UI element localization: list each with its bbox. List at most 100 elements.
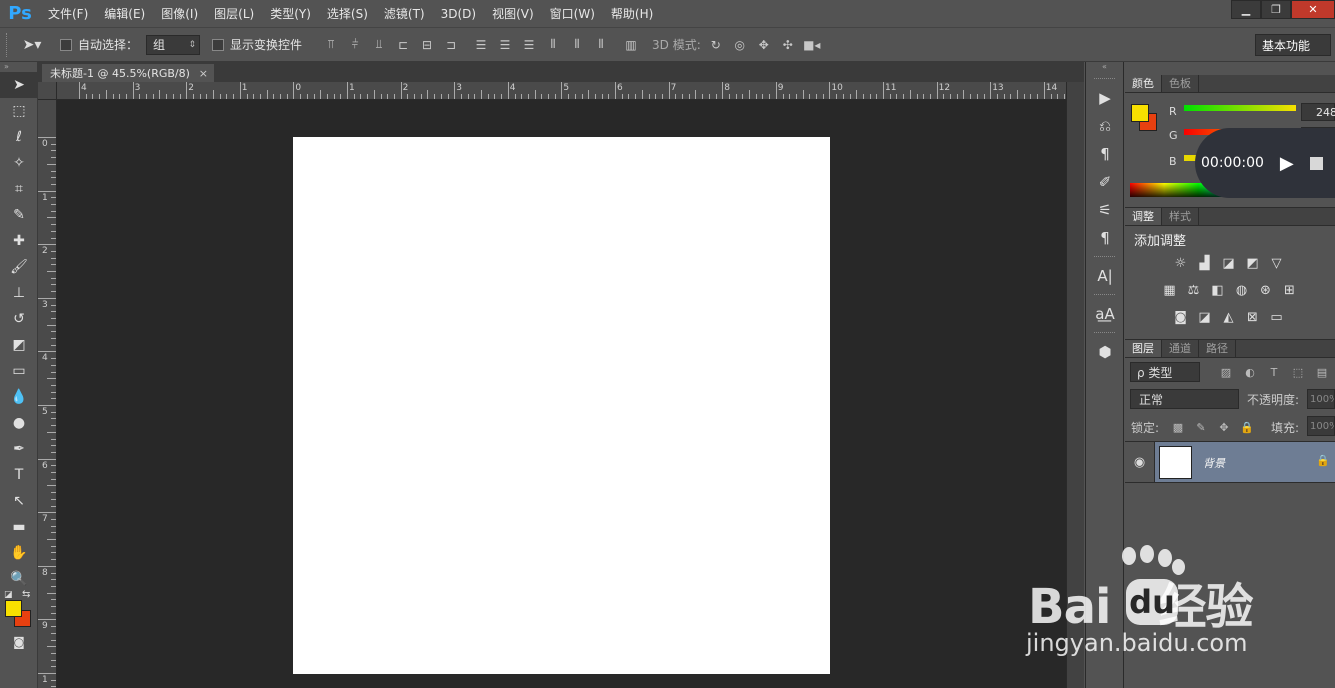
swap-colors-icon[interactable]: ⇆	[22, 589, 30, 600]
color-lookup-icon[interactable]: ⊞	[1280, 281, 1299, 300]
3d-roll-icon[interactable]: ◎	[731, 36, 749, 54]
tab-layers[interactable]: 图层	[1125, 340, 1162, 357]
history-brush-tool-icon[interactable]: ↺	[0, 306, 38, 332]
gradient-map-icon[interactable]: ▭	[1267, 308, 1286, 327]
magic-wand-tool-icon[interactable]: ✧	[0, 150, 38, 176]
menu-help[interactable]: 帮助(H)	[603, 0, 661, 28]
rectangle-tool-icon[interactable]: ▬	[0, 514, 38, 540]
gradient-tool-icon[interactable]: ▭	[0, 358, 38, 384]
ruler-origin[interactable]	[38, 82, 57, 100]
menu-window[interactable]: 窗口(W)	[542, 0, 603, 28]
tab-channels[interactable]: 通道	[1162, 340, 1199, 357]
close-icon[interactable]: ✕	[1291, 0, 1335, 19]
eyedropper-tool-icon[interactable]: ✎	[0, 202, 38, 228]
distribute-left-icon[interactable]: ⦀	[544, 36, 562, 54]
path-selection-tool-icon[interactable]: ↖	[0, 488, 38, 514]
fill-input[interactable]: 100%	[1307, 416, 1335, 436]
lock-image-icon[interactable]: ✎	[1192, 419, 1210, 435]
vertical-ruler[interactable]: 0 1 2 3 4 5 6 7 8 9 1	[38, 100, 57, 688]
foreground-color-swatch[interactable]	[5, 600, 22, 617]
layer-name[interactable]: 背景	[1203, 455, 1225, 471]
auto-select-checkbox[interactable]	[60, 38, 72, 51]
vibrance-icon[interactable]: ▽	[1267, 254, 1286, 273]
paragraph-styles-panel-icon[interactable]: ¶	[1086, 224, 1124, 252]
black-white-icon[interactable]: ◧	[1208, 281, 1227, 300]
invert-icon[interactable]: ◙	[1171, 308, 1190, 327]
align-vcenter-icon[interactable]: ⫩	[346, 36, 364, 54]
auto-align-layers-icon[interactable]: ▥	[622, 36, 640, 54]
auto-select-dropdown[interactable]: 组	[146, 34, 201, 55]
character-panel-icon[interactable]: A|	[1086, 262, 1124, 290]
visibility-eye-icon[interactable]: ◉	[1125, 442, 1155, 482]
dodge-tool-icon[interactable]: ●	[0, 410, 38, 436]
menu-edit[interactable]: 编辑(E)	[96, 0, 153, 28]
curves-icon[interactable]: ◪	[1219, 254, 1238, 273]
blur-tool-icon[interactable]: 💧	[0, 384, 38, 410]
exposure-icon[interactable]: ◩	[1243, 254, 1262, 273]
tab-swatches[interactable]: 色板	[1162, 75, 1199, 92]
options-grip[interactable]	[6, 32, 14, 57]
brush-presets-panel-icon[interactable]: ✐	[1086, 168, 1124, 196]
document-canvas[interactable]	[293, 137, 830, 674]
color-foreground-swatch[interactable]	[1131, 104, 1149, 122]
character-styles-panel-icon[interactable]: a͟A	[1086, 300, 1124, 328]
layer-row-background[interactable]: ◉ 背景 🔒	[1125, 441, 1335, 483]
posterize-icon[interactable]: ◪	[1195, 308, 1214, 327]
marquee-tool-icon[interactable]: ⬚	[0, 98, 38, 124]
lock-transparent-icon[interactable]: ▩	[1169, 419, 1187, 435]
distribute-vcenter-icon[interactable]: ☰	[496, 36, 514, 54]
menu-image[interactable]: 图像(I)	[153, 0, 206, 28]
eraser-tool-icon[interactable]: ◩	[0, 332, 38, 358]
zoom-tool-icon[interactable]: 🔍	[0, 566, 38, 592]
workspace-switcher[interactable]: 基本功能	[1255, 34, 1331, 56]
actions-panel-icon[interactable]: ▶	[1086, 84, 1124, 112]
tab-paths[interactable]: 路径	[1199, 340, 1236, 357]
menu-file[interactable]: 文件(F)	[40, 0, 96, 28]
hue-saturation-icon[interactable]: ▦	[1160, 281, 1179, 300]
menu-select[interactable]: 选择(S)	[319, 0, 376, 28]
type-tool-icon[interactable]: T	[0, 462, 38, 488]
filter-pixel-icon[interactable]: ▨	[1217, 364, 1235, 380]
distribute-hcenter-icon[interactable]: ⦀	[568, 36, 586, 54]
pen-tool-icon[interactable]: ✒	[0, 436, 38, 462]
channel-r-value[interactable]: 248	[1301, 103, 1335, 121]
filter-shape-icon[interactable]: ⬚	[1289, 364, 1307, 380]
menu-filter[interactable]: 滤镜(T)	[376, 0, 433, 28]
tools-collapse-icon[interactable]: »	[0, 62, 37, 72]
stop-icon[interactable]	[1309, 156, 1323, 170]
filter-type-icon[interactable]: T	[1265, 364, 1283, 380]
3d-scale-icon[interactable]: ■◂	[803, 36, 821, 54]
move-tool-preset-icon[interactable]: ➤▾	[14, 37, 50, 53]
menu-view[interactable]: 视图(V)	[484, 0, 542, 28]
show-transform-checkbox[interactable]	[212, 38, 225, 51]
3d-panel-icon[interactable]: ⬢	[1086, 338, 1124, 366]
tab-color[interactable]: 颜色	[1125, 75, 1162, 92]
history-panel-icon[interactable]: ⎌	[1086, 112, 1124, 140]
document-tab[interactable]: 未标题-1 @ 45.5%(RGB/8) ×	[42, 64, 214, 82]
align-left-icon[interactable]: ⊏	[394, 36, 412, 54]
move-tool-icon[interactable]: ➤	[0, 72, 38, 98]
distribute-bottom-icon[interactable]: ☰	[520, 36, 538, 54]
lasso-tool-icon[interactable]: ℓ	[0, 124, 38, 150]
default-colors-icon[interactable]: ◪	[4, 590, 13, 600]
distribute-right-icon[interactable]: ⦀	[592, 36, 610, 54]
channel-mixer-icon[interactable]: ⊛	[1256, 281, 1275, 300]
3d-rotate-icon[interactable]: ↻	[707, 36, 725, 54]
selective-color-icon[interactable]: ⊠	[1243, 308, 1262, 327]
opacity-input[interactable]: 100%	[1307, 389, 1335, 409]
color-balance-icon[interactable]: ⚖	[1184, 281, 1203, 300]
healing-brush-tool-icon[interactable]: ✚	[0, 228, 38, 254]
tab-styles[interactable]: 样式	[1162, 208, 1199, 225]
tool-presets-panel-icon[interactable]: ⚟	[1086, 196, 1124, 224]
hand-tool-icon[interactable]: ✋	[0, 540, 38, 566]
align-top-icon[interactable]: ⫪	[322, 36, 340, 54]
3d-pan-icon[interactable]: ✥	[755, 36, 773, 54]
distribute-top-icon[interactable]: ☰	[472, 36, 490, 54]
channel-r-slider[interactable]	[1184, 105, 1296, 111]
align-bottom-icon[interactable]: ⫫	[370, 36, 388, 54]
levels-icon[interactable]: ▟	[1195, 254, 1214, 273]
clone-stamp-tool-icon[interactable]: ⊥	[0, 280, 38, 306]
align-right-icon[interactable]: ⊐	[442, 36, 460, 54]
photo-filter-icon[interactable]: ◍	[1232, 281, 1251, 300]
dock-collapse-icon[interactable]: «	[1086, 62, 1123, 74]
